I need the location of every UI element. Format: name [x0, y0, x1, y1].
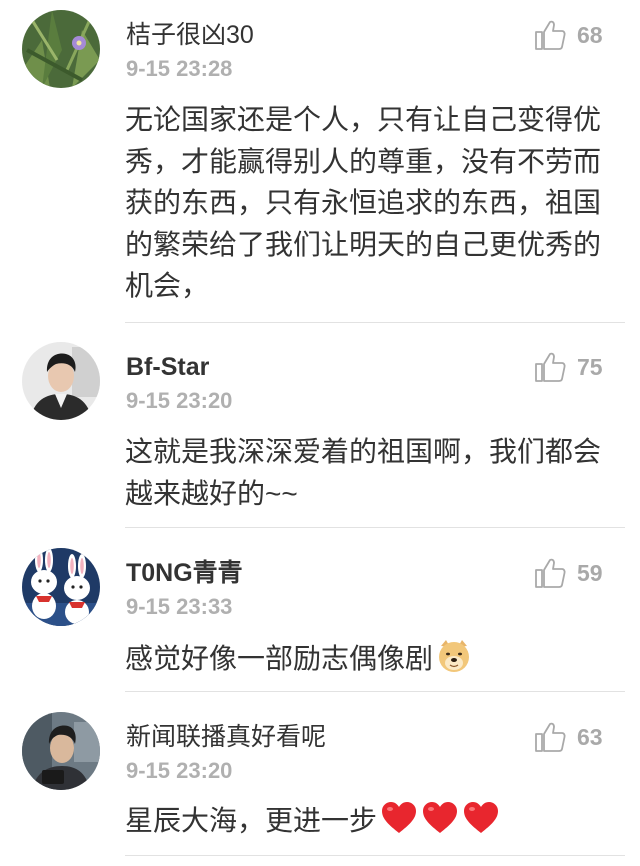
comment-text: 星辰大海，更进一步 — [125, 800, 611, 842]
like-count: 68 — [577, 22, 603, 48]
like-count: 59 — [577, 560, 603, 586]
avatar[interactable] — [22, 548, 100, 626]
comment-timestamp: 9-15 23:20 — [126, 758, 233, 783]
divider — [125, 855, 625, 856]
avatar-plant-photo-icon — [22, 10, 100, 88]
comment-timestamp: 9-15 23:33 — [126, 594, 233, 619]
thumbs-up-icon — [535, 558, 566, 588]
comment-timestamp: 9-15 23:20 — [126, 388, 233, 413]
comment-text-content: 感觉好像一部励志偶像剧 — [125, 643, 434, 674]
like-count: 63 — [577, 724, 603, 750]
comment-text-content: 这就是我深深爱着的祖国啊，我们都会越来越好的~~ — [125, 436, 602, 509]
doge-emoji — [439, 640, 470, 672]
like-button[interactable]: 63 — [533, 720, 623, 754]
heart-emoji — [423, 802, 458, 833]
heart-emoji — [382, 802, 417, 833]
comment-username[interactable]: Bf-Star — [126, 352, 209, 382]
thumbs-up-icon — [535, 352, 566, 382]
heart-emoji — [464, 802, 499, 833]
like-button[interactable]: 75 — [533, 350, 623, 384]
divider — [125, 322, 625, 323]
avatar[interactable] — [22, 10, 100, 88]
comment-item: T0NG青青 9-15 23:33 59 感觉好像一部励志偶像剧 — [0, 528, 640, 692]
comment-username[interactable]: 桔子很凶30 — [126, 20, 254, 50]
avatar-person-photo-icon — [22, 712, 100, 790]
like-count: 75 — [577, 354, 603, 380]
comment-text: 无论国家还是个人，只有让自己变得优秀，才能赢得别人的尊重，没有不劳而获的东西，只… — [125, 99, 611, 307]
avatar-rabbits-icon — [22, 548, 100, 626]
comment-item: Bf-Star 9-15 23:20 75 这就是我深深爱着的祖国啊，我们都会越… — [0, 324, 640, 528]
avatar[interactable] — [22, 342, 100, 420]
comment-text: 感觉好像一部励志偶像剧 — [125, 638, 611, 680]
avatar[interactable] — [22, 712, 100, 790]
comment-text: 这就是我深深爱着的祖国啊，我们都会越来越好的~~ — [125, 431, 611, 514]
like-button[interactable]: 68 — [533, 18, 623, 52]
comment-text-content: 无论国家还是个人，只有让自己变得优秀，才能赢得别人的尊重，没有不劳而获的东西，只… — [125, 104, 602, 301]
comment-item: 新闻联播真好看呢 9-15 23:20 63 星辰大海，更进一步 — [0, 692, 640, 866]
comment-username[interactable]: 新闻联播真好看呢 — [126, 722, 326, 752]
thumbs-up-icon — [535, 722, 566, 752]
comment-text-content: 星辰大海，更进一步 — [125, 805, 378, 836]
thumbs-up-icon — [535, 20, 566, 50]
comment-timestamp: 9-15 23:28 — [126, 56, 233, 81]
comment-item: 桔子很凶30 9-15 23:28 68 无论国家还是个人，只有让自己变得优秀，… — [0, 0, 640, 324]
comment-username[interactable]: T0NG青青 — [126, 558, 243, 588]
like-button[interactable]: 59 — [533, 556, 623, 590]
avatar-person-photo-icon — [22, 342, 100, 420]
